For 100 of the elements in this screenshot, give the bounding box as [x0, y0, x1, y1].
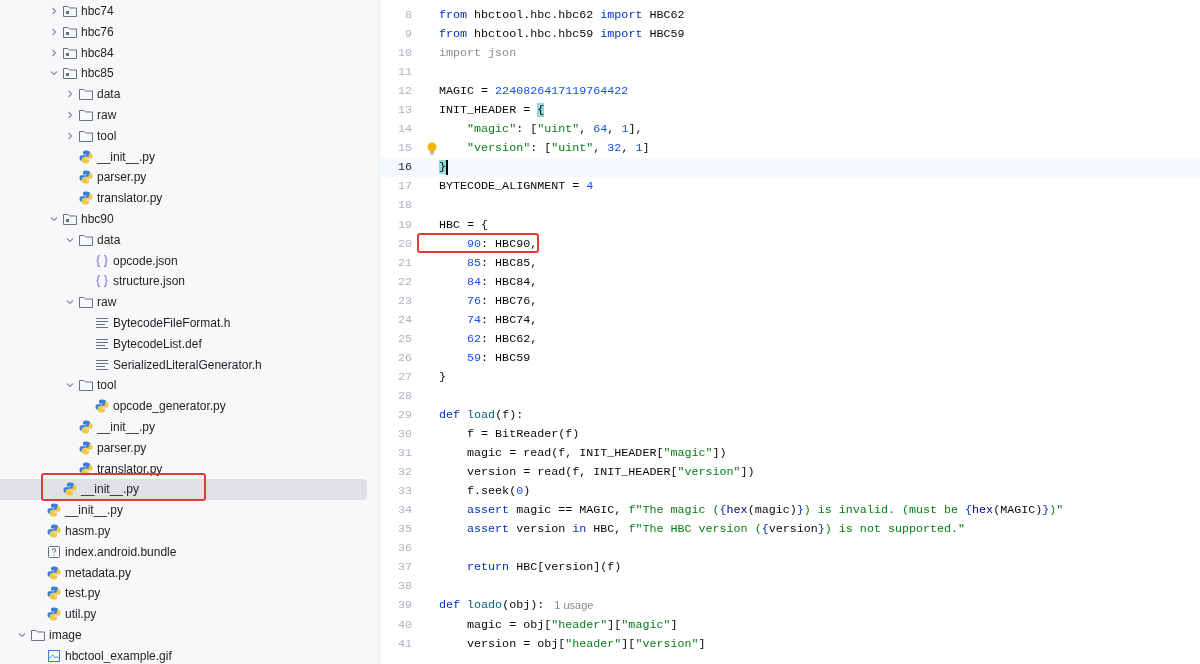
tree-item[interactable]: util.py	[0, 603, 367, 625]
line-number: 12	[396, 83, 412, 101]
line-number: 30	[396, 426, 412, 444]
code-line: assert version in HBC, f"The HBC version ({version}) is not supported."	[466, 521, 966, 539]
tree-item[interactable]: metadata.py	[0, 562, 367, 583]
tree-item[interactable]: structure.json	[0, 270, 367, 292]
line-number: 28	[396, 387, 412, 405]
code-line: return HBC[version](f)	[466, 559, 622, 577]
code-line: def load(f):	[439, 407, 524, 424]
line-number: 31	[396, 445, 412, 463]
tree-item[interactable]: parser.py	[0, 437, 367, 459]
line-number: 37	[396, 559, 412, 577]
code-line: 62: HBC62,	[466, 330, 538, 348]
line-number: 20	[396, 235, 412, 253]
folder-icon	[78, 86, 94, 103]
tree-item[interactable]: index.android.bundle	[0, 541, 367, 563]
tree-item[interactable]: BytecodeFileFormat.h	[0, 312, 367, 334]
package-folder-icon	[62, 3, 78, 19]
code-line: 76: HBC76,	[466, 292, 538, 310]
line-number: 41	[396, 635, 412, 653]
tree-item[interactable]: BytecodeList.def	[0, 333, 367, 355]
unknown-file-icon	[46, 543, 62, 560]
tree-item[interactable]: hasm.py	[0, 520, 367, 542]
folder-icon	[78, 294, 94, 311]
line-number: 8	[404, 7, 412, 24]
tree-item[interactable]: hbctool_example.gif	[0, 645, 367, 664]
line-number: 21	[396, 254, 412, 272]
line-number: 32	[396, 464, 412, 482]
tree-item[interactable]: data	[0, 229, 367, 251]
python-file-icon	[46, 522, 62, 539]
line-number: 9	[404, 26, 412, 44]
code-line: INIT_HEADER = {	[439, 102, 545, 120]
line-number: 33	[396, 483, 412, 501]
python-file-icon	[78, 439, 94, 456]
tree-item[interactable]: opcode_generator.py	[0, 395, 367, 417]
python-file-icon	[46, 564, 62, 581]
tree-item[interactable]: parser.py	[0, 166, 367, 188]
folder-icon	[78, 377, 94, 394]
code-line: "version": ["uint", 32, 1]	[466, 140, 650, 158]
line-number: 26	[396, 349, 412, 367]
tree-item[interactable]: tool	[0, 125, 367, 147]
tree-item[interactable]: hbc90	[0, 208, 367, 230]
line-number: 39	[396, 597, 412, 615]
line-number: 17	[396, 178, 412, 196]
code-line: 85: HBC85,	[466, 254, 538, 272]
line-number: 29	[396, 407, 412, 424]
tree-item[interactable]: translator.py	[0, 458, 367, 479]
line-number: 16	[396, 159, 412, 177]
tree-item[interactable]: raw	[0, 291, 367, 313]
code-line: "magic": ["uint", 64, 1],	[466, 121, 643, 139]
tree-item[interactable]: raw	[0, 104, 367, 126]
line-number: 23	[396, 292, 412, 310]
tree-item[interactable]: hbc74	[0, 0, 367, 22]
usage-hint[interactable]: 1 usage	[554, 599, 594, 612]
code-line: 59: HBC59	[466, 349, 531, 367]
line-number: 19	[396, 216, 412, 234]
braces-file-icon	[94, 273, 110, 290]
code-line: HBC = {	[439, 216, 489, 234]
code-line: 84: HBC84,	[466, 273, 538, 291]
code-line: from hbctool.hbc.hbc62 import HBC62	[439, 7, 685, 24]
tree-item[interactable]: __init__.py	[0, 499, 367, 521]
code-line: 74: HBC74,	[466, 311, 538, 329]
python-file-icon	[46, 585, 62, 602]
line-number: 14	[396, 121, 412, 139]
tree-item[interactable]: translator.py	[0, 187, 367, 209]
python-file-icon	[78, 418, 94, 435]
line-number: 24	[396, 311, 412, 329]
braces-file-icon	[94, 252, 110, 269]
code-line: import json	[439, 45, 517, 63]
code-line: magic = read(f, INIT_HEADER["magic"])	[466, 445, 727, 463]
tree-item[interactable]: opcode.json	[0, 250, 367, 271]
code-line: f.seek(0)	[466, 483, 531, 501]
code-line: BYTECODE_ALIGNMENT = 4	[439, 178, 594, 196]
python-file-icon	[78, 169, 94, 186]
line-number: 22	[396, 273, 412, 291]
python-file-icon	[46, 502, 62, 519]
tree-item[interactable]: hbc85	[0, 63, 367, 84]
python-file-icon	[46, 606, 62, 623]
tree-item[interactable]: test.py	[0, 582, 367, 604]
line-number: 18	[396, 197, 412, 215]
line-number: 40	[396, 616, 412, 634]
line-number: 10	[396, 45, 412, 63]
tree-item[interactable]: image	[0, 624, 367, 646]
line-number: 36	[396, 540, 412, 558]
code-line: assert magic == MAGIC, f"The magic ({hex(magic)}) is invalid. (must be {hex(MAGIC)})"	[466, 502, 1064, 520]
python-file-icon	[94, 398, 110, 415]
line-number: 34	[396, 502, 412, 520]
code-line: magic = obj["header"]["magic"]	[466, 616, 678, 634]
tree-item[interactable]: __init__.py	[0, 478, 367, 500]
lightbulb-icon[interactable]	[426, 140, 438, 157]
tree-item[interactable]: __init__.py	[0, 416, 367, 438]
tree-item[interactable]: hbc84	[0, 42, 367, 63]
tree-item[interactable]: hbc76	[0, 21, 367, 43]
line-number: 25	[396, 330, 412, 348]
tree-item[interactable]: __init__.py	[0, 146, 367, 167]
tree-item[interactable]: tool	[0, 374, 367, 396]
tree-item[interactable]: data	[0, 83, 367, 105]
line-number: 13	[396, 102, 412, 120]
package-folder-icon	[62, 65, 78, 82]
tree-item[interactable]: SerializedLiteralGenerator.h	[0, 354, 367, 375]
